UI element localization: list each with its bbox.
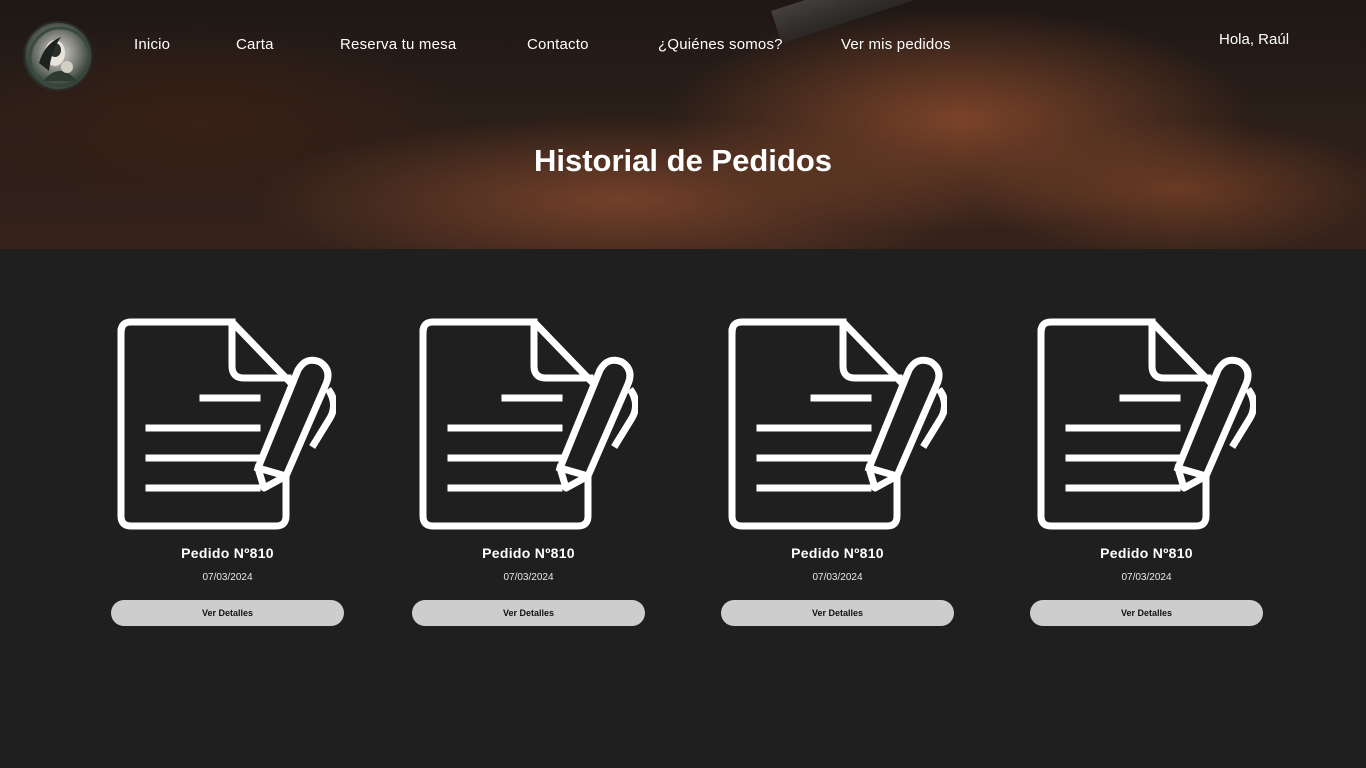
page-title: Historial de Pedidos <box>533 143 832 178</box>
order-title: Pedido Nº810 <box>1100 545 1193 561</box>
view-details-button[interactable]: Ver Detalles <box>721 600 954 626</box>
nav-reserva[interactable]: Reserva tu mesa <box>340 36 456 53</box>
order-card: Pedido Nº810 07/03/2024 Ver Detalles <box>1030 318 1263 628</box>
view-details-button[interactable]: Ver Detalles <box>1030 600 1263 626</box>
nav-carta[interactable]: Carta <box>236 36 274 53</box>
nav-contacto[interactable]: Contacto <box>527 36 589 53</box>
order-card: Pedido Nº810 07/03/2024 Ver Detalles <box>721 318 954 628</box>
logo[interactable] <box>23 21 93 91</box>
order-title: Pedido Nº810 <box>181 545 274 561</box>
nav-ver-mis-pedidos[interactable]: Ver mis pedidos <box>841 36 951 53</box>
user-greeting[interactable]: Hola, Raúl <box>1219 31 1289 48</box>
order-date: 07/03/2024 <box>202 572 253 583</box>
hero-banner: Inicio Carta Reserva tu mesa Contacto ¿Q… <box>0 0 1366 249</box>
order-title: Pedido Nº810 <box>482 545 575 561</box>
nav-inicio[interactable]: Inicio <box>134 36 170 53</box>
document-edit-icon <box>1037 318 1256 530</box>
logo-emblem-icon <box>28 26 91 89</box>
order-title: Pedido Nº810 <box>791 545 884 561</box>
order-card: Pedido Nº810 07/03/2024 Ver Detalles <box>111 318 344 628</box>
order-date: 07/03/2024 <box>503 572 554 583</box>
document-edit-icon <box>419 318 638 530</box>
nav-quienes-somos[interactable]: ¿Quiénes somos? <box>658 36 783 53</box>
order-date: 07/03/2024 <box>812 572 863 583</box>
order-date: 07/03/2024 <box>1121 572 1172 583</box>
order-card: Pedido Nº810 07/03/2024 Ver Detalles <box>412 318 645 628</box>
view-details-button[interactable]: Ver Detalles <box>412 600 645 626</box>
view-details-button[interactable]: Ver Detalles <box>111 600 344 626</box>
document-edit-icon <box>117 318 336 530</box>
document-edit-icon <box>728 318 947 530</box>
